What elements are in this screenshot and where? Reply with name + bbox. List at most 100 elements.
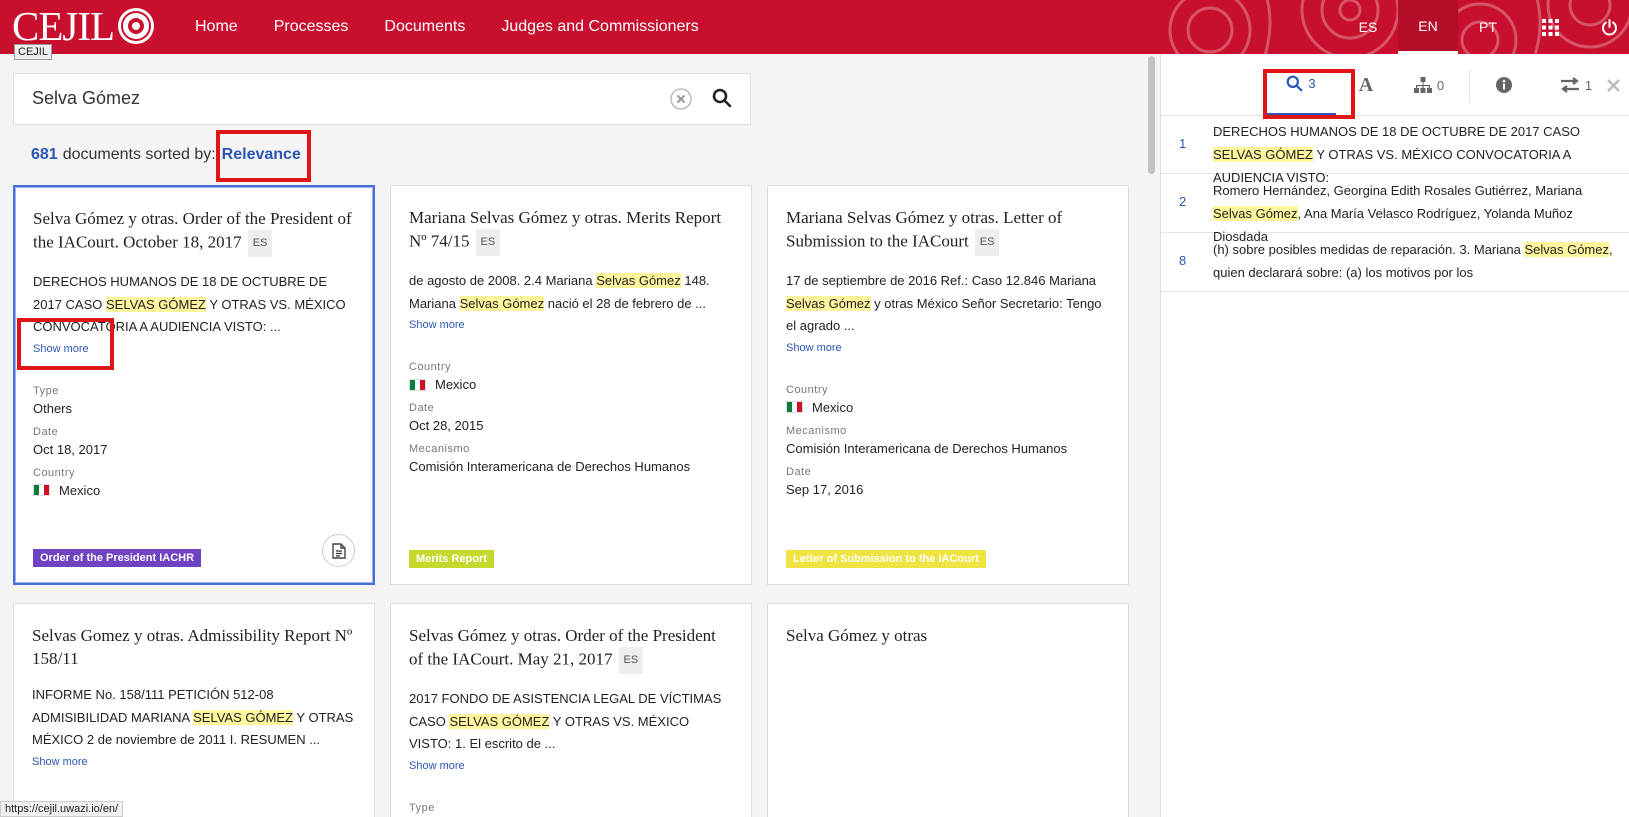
metadata-value-text: Others — [33, 400, 73, 416]
search-highlight: Selvas Gómez — [596, 273, 681, 288]
metadata-value-text: Sep 17, 2016 — [786, 481, 864, 497]
snippet-page: 8 — [1179, 253, 1187, 268]
card-title[interactable]: Mariana Selvas Gómez y otras. Merits Rep… — [409, 206, 733, 256]
metadata-field: Country Mexico — [786, 384, 1110, 415]
nav-judges-commissioners[interactable]: Judges and Commissioners — [501, 18, 698, 36]
card-snippet: DERECHOS HUMANOS DE 18 DE OCTUBRE DE 201… — [33, 274, 346, 334]
document-card[interactable]: Selvas Gomez y otras. Admissibility Repo… — [13, 603, 375, 817]
card-title-text: Mariana Selvas Gómez y otras. Letter of … — [786, 208, 1063, 251]
language-badge: ES — [247, 230, 273, 257]
document-card[interactable]: Selva Gómez y otras — [767, 603, 1129, 817]
metadata-field: Date Oct 18, 2017 — [33, 426, 355, 457]
status-bar-url: https://cejil.uwazi.io/en/ — [0, 801, 124, 817]
snippet-text: (h) sobre posibles medidas de reparación… — [1213, 242, 1613, 280]
lang-en[interactable]: EN — [1398, 0, 1458, 54]
card-title[interactable]: Selva Gómez y otras — [786, 624, 1110, 647]
lang-es[interactable]: ES — [1338, 0, 1398, 54]
tab-info[interactable] — [1474, 54, 1534, 116]
metadata-value-text: Oct 18, 2017 — [33, 441, 108, 457]
view-document-icon[interactable] — [322, 534, 355, 567]
metadata-label: Date — [33, 425, 59, 438]
nav-home[interactable]: Home — [195, 18, 238, 36]
snippet-page: 2 — [1179, 194, 1187, 209]
card-title-text: Selvas Gomez y otras. Admissibility Repo… — [32, 626, 353, 668]
lang-pt[interactable]: PT — [1458, 0, 1518, 54]
metadata-value: Comisión Interamericana de Derechos Huma… — [409, 459, 733, 474]
metadata-field: Date Oct 28, 2015 — [409, 402, 733, 433]
metadata-label: Type — [409, 801, 435, 814]
results-count: 681 — [31, 146, 58, 163]
metadata-value: Mexico — [409, 377, 733, 392]
results-summary: 681 documents sorted by: Relevance — [31, 146, 301, 164]
tab-text[interactable]: A — [1341, 54, 1391, 116]
metadata-value: Mexico — [33, 483, 355, 498]
snippet-row[interactable]: 8 (h) sobre posibles medidas de reparaci… — [1161, 233, 1629, 292]
card-title-text: Mariana Selvas Gómez y otras. Merits Rep… — [409, 208, 722, 251]
search-input[interactable] — [32, 88, 652, 109]
metadata-field: Mecanismo Comisión Interamericana de Dere… — [409, 443, 733, 474]
search-highlight: Selvas Gómez — [786, 295, 871, 311]
document-type-badge: Order of the President IACHR — [33, 549, 202, 567]
card-title[interactable]: Selvas Gomez y otras. Admissibility Repo… — [32, 624, 356, 670]
results-text: documents sorted by: — [62, 146, 216, 163]
snippet-row[interactable]: 1 DERECHOS HUMANOS DE 18 DE OCTUBRE DE 2… — [1161, 116, 1629, 185]
metadata-label: Country — [409, 361, 452, 373]
card-title-text: Selva Gómez y otras. Order of the Presid… — [33, 209, 352, 252]
font-icon: A — [1358, 73, 1374, 96]
show-more-link[interactable]: Show more — [32, 756, 88, 768]
metadata-field: Date Sep 17, 2016 — [786, 466, 1110, 497]
document-type-badge: Letter of Submission to the IACourt — [786, 550, 986, 568]
metadata-field: Mecanismo Comisión Interamericana de Dere… — [786, 425, 1110, 456]
card-title[interactable]: Selva Gómez y otras. Order of the Presid… — [33, 207, 355, 257]
document-card[interactable]: Selva Gómez y otras. Order of the Presid… — [13, 185, 375, 585]
document-card[interactable]: Mariana Selvas Gómez y otras. Letter of … — [767, 185, 1129, 585]
close-panel-button[interactable] — [1596, 54, 1629, 116]
document-card[interactable]: Mariana Selvas Gómez y otras. Merits Rep… — [390, 185, 752, 585]
metadata-label: Date — [409, 402, 435, 414]
document-card[interactable]: Selvas Gómez y otras. Order of the Presi… — [390, 603, 752, 817]
language-badge: ES — [475, 229, 501, 256]
document-type-badge: Merits Report — [409, 550, 494, 568]
metadata-value-text: Mexico — [59, 482, 101, 498]
search-highlight: SELVAS GÓMEZ — [193, 709, 294, 725]
show-more-link[interactable]: Show more — [786, 342, 842, 354]
tab-toc-count: 0 — [1436, 77, 1445, 93]
tab-search-snippets[interactable]: 3 — [1266, 54, 1336, 116]
tab-divider — [1469, 70, 1470, 102]
snippet-row[interactable]: 2 Romero Hernández, Georgina Edith Rosal… — [1161, 174, 1629, 244]
nav-processes[interactable]: Processes — [274, 18, 349, 36]
tab-table-of-contents[interactable]: 0 — [1399, 54, 1459, 116]
metadata-value-text: Comisión Interamericana de Derechos Huma… — [409, 459, 691, 474]
scrollbar-thumb[interactable] — [1148, 56, 1155, 174]
tab-connections-count: 1 — [1584, 77, 1593, 93]
language-badge: ES — [618, 647, 644, 674]
metadata-value-text: Oct 28, 2015 — [409, 418, 484, 433]
card-title[interactable]: Selvas Gómez y otras. Order of the Presi… — [409, 624, 733, 674]
cejil-logo[interactable]: CEJIL — [12, 2, 156, 50]
metadata-value: Oct 28, 2015 — [409, 418, 733, 433]
top-navbar: CEJIL Home Processes Documents Judges an… — [0, 0, 1629, 54]
card-title-text: Selvas Gómez y otras. Order of the Presi… — [409, 626, 716, 669]
metadata-field: Country Mexico — [33, 467, 355, 498]
search-icon — [1286, 75, 1303, 92]
search-icon[interactable] — [712, 88, 734, 110]
card-snippet: de agosto de 2008. 2.4 Mariana Selvas Gó… — [409, 273, 710, 311]
card-snippet: 17 de septiembre de 2016 Ref.: Caso 12.8… — [786, 273, 1102, 333]
card-metadata: Type Others Date Oct 18, 2017 Country Mexico — [33, 385, 355, 498]
metadata-value: Sep 17, 2016 — [786, 482, 1110, 497]
sort-relevance-link[interactable]: Relevance — [222, 146, 301, 164]
info-icon — [1496, 77, 1512, 93]
show-more-link[interactable]: Show more — [33, 343, 89, 355]
power-icon[interactable] — [1597, 15, 1621, 39]
card-title[interactable]: Mariana Selvas Gómez y otras. Letter of … — [786, 206, 1110, 256]
clear-search-icon[interactable] — [670, 88, 692, 110]
search-highlight: SELVAS GÓMEZ — [1213, 147, 1313, 162]
metadata-label: Country — [786, 383, 829, 396]
show-more-link[interactable]: Show more — [409, 760, 465, 772]
search-box — [13, 73, 751, 125]
mexico-flag-icon — [409, 378, 426, 391]
apps-grid-icon[interactable] — [1538, 15, 1562, 39]
metadata-label: Country — [33, 466, 76, 479]
nav-documents[interactable]: Documents — [384, 18, 465, 36]
show-more-link[interactable]: Show more — [409, 319, 465, 331]
